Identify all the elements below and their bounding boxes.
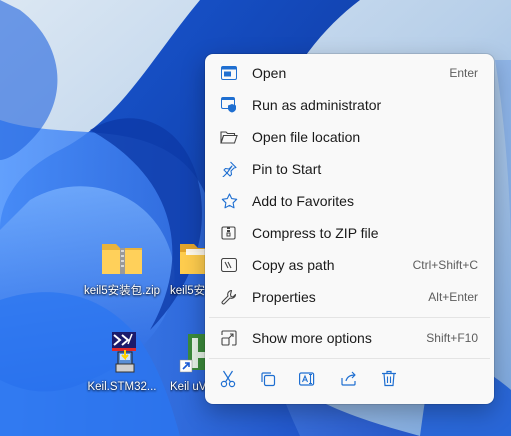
menu-item-label: Properties xyxy=(252,289,316,305)
menu-item-label: Copy as path xyxy=(252,257,335,273)
zip-folder-icon xyxy=(98,234,146,282)
menu-item-label: Show more options xyxy=(252,330,372,346)
menu-item-shortcut: Enter xyxy=(449,66,478,80)
folder-open-icon xyxy=(219,127,239,147)
menu-item-run-as-admin[interactable]: Run as administrator xyxy=(209,89,490,121)
menu-item-label: Run as administrator xyxy=(252,97,382,113)
delete-button[interactable] xyxy=(375,367,403,395)
copy-icon xyxy=(260,371,276,392)
share-icon xyxy=(340,371,358,392)
menu-item-label: Open xyxy=(252,65,287,81)
menu-item-shortcut: Shift+F10 xyxy=(426,331,478,345)
zip-compress-icon xyxy=(219,223,239,243)
scissors-icon xyxy=(220,370,236,393)
menu-separator xyxy=(209,317,490,318)
menu-item-label: Open file location xyxy=(252,129,361,145)
keil-stm32-pack-icon xyxy=(98,330,146,378)
desktop-icon-label: Keil.STM32... xyxy=(87,381,157,393)
menu-item-add-to-favorites[interactable]: Add to Favorites xyxy=(209,185,490,217)
more-options-icon xyxy=(219,328,239,348)
menu-item-show-more-options[interactable]: Show more options Shift+F10 xyxy=(209,322,490,354)
share-button[interactable] xyxy=(335,367,363,395)
open-app-icon xyxy=(219,63,239,83)
wrench-icon xyxy=(219,287,239,307)
copy-button[interactable] xyxy=(254,367,282,395)
copy-path-icon xyxy=(219,255,239,275)
cut-button[interactable] xyxy=(214,367,242,395)
menu-item-label: Compress to ZIP file xyxy=(252,225,379,241)
menu-item-open[interactable]: Open Enter xyxy=(209,57,490,89)
rename-button[interactable] xyxy=(294,367,322,395)
menu-item-compress-zip[interactable]: Compress to ZIP file xyxy=(209,217,490,249)
menu-item-label: Pin to Start xyxy=(252,161,322,177)
menu-separator xyxy=(209,358,490,359)
desktop-icon-zip[interactable]: keil5安装包.zip xyxy=(82,234,162,298)
rename-icon xyxy=(299,371,317,392)
menu-item-open-file-location[interactable]: Open file location xyxy=(209,121,490,153)
desktop-icon-keil-pack[interactable]: Keil.STM32... xyxy=(82,330,162,394)
menu-item-copy-as-path[interactable]: Copy as path Ctrl+Shift+C xyxy=(209,249,490,281)
menu-item-properties[interactable]: Properties Alt+Enter xyxy=(209,281,490,313)
shield-admin-icon xyxy=(219,95,239,115)
context-menu: Open Enter Run as administrator Open fil… xyxy=(205,54,494,404)
star-icon xyxy=(219,191,239,211)
menu-item-shortcut: Alt+Enter xyxy=(428,290,478,304)
trash-icon xyxy=(381,370,397,392)
menu-item-label: Add to Favorites xyxy=(252,193,354,209)
menu-item-shortcut: Ctrl+Shift+C xyxy=(412,258,478,272)
desktop-icon-label: keil5安装包.zip xyxy=(83,285,161,297)
menu-item-pin-to-start[interactable]: Pin to Start xyxy=(209,153,490,185)
pin-icon xyxy=(219,159,239,179)
